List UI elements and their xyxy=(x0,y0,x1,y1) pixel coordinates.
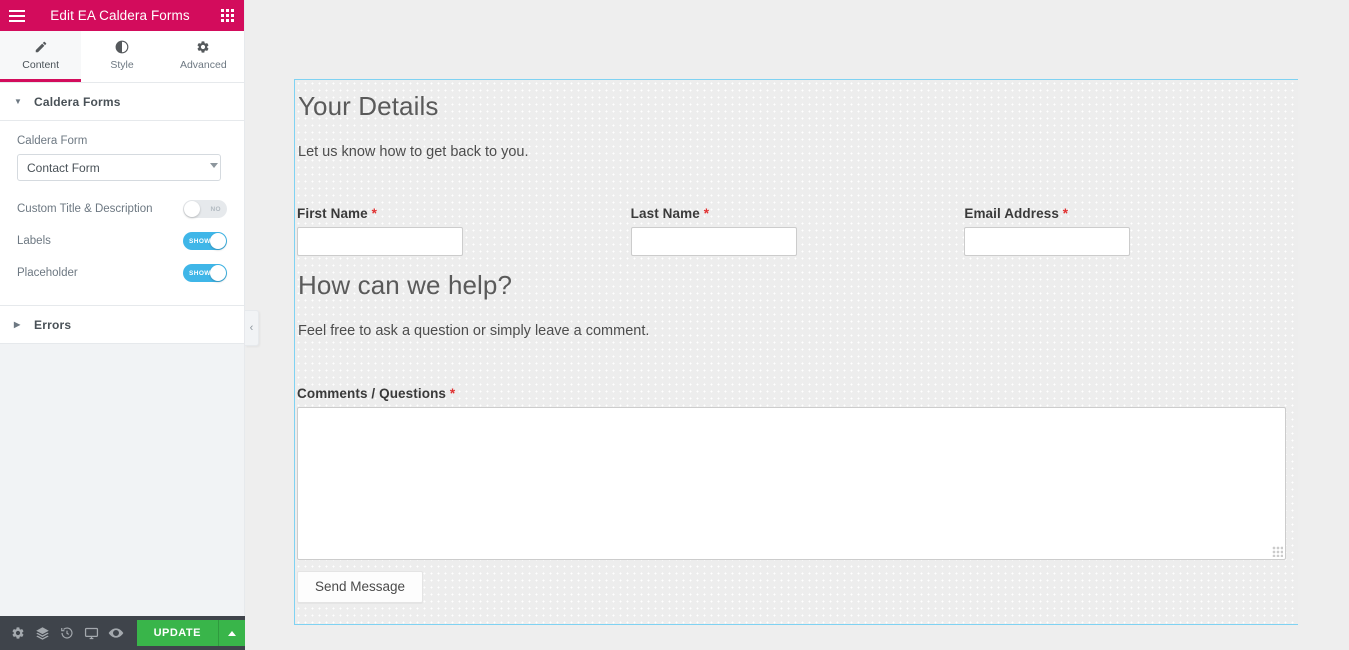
last-name-input[interactable] xyxy=(630,226,797,256)
field-label-email-address: Email Address * xyxy=(964,205,1069,221)
custom-title-description-toggle-text: NO xyxy=(210,205,221,213)
form-section-title-1: Your Details xyxy=(298,91,439,121)
comments-questions-textarea[interactable] xyxy=(297,406,1286,560)
field-email-address: Email Address * xyxy=(964,206,1298,256)
caldera-form-select-wrap: Contact Form xyxy=(17,154,227,181)
section-header-caldera-forms[interactable]: ▼ Caldera Forms xyxy=(0,83,244,121)
tab-style-label: Style xyxy=(110,59,134,71)
required-asterisk: * xyxy=(703,205,710,221)
caldera-form-select[interactable]: Contact Form xyxy=(17,154,221,181)
first-name-input[interactable] xyxy=(297,226,463,256)
panel-header: Edit EA Caldera Forms xyxy=(0,0,244,31)
toggle-knob xyxy=(184,201,200,217)
field-label-first-name: First Name * xyxy=(297,205,377,221)
placeholder-toggle[interactable]: SHOW xyxy=(183,264,227,282)
caldera-forms-widget[interactable]: Your Details Let us know how to get back… xyxy=(294,79,1298,625)
field-first-name: First Name * xyxy=(297,206,631,256)
field-label-comments-questions: Comments / Questions * xyxy=(297,385,456,401)
form-section-description-1: Let us know how to get back to you. xyxy=(298,143,529,160)
field-row-names: First Name * Last Name * Email Address * xyxy=(295,206,1298,256)
preview-eye-icon[interactable] xyxy=(104,616,129,650)
labels-toggle[interactable]: SHOW xyxy=(183,232,227,250)
control-placeholder: Placeholder SHOW xyxy=(17,257,227,289)
tab-advanced[interactable]: Advanced xyxy=(162,31,244,82)
panel-footer: UPDATE xyxy=(0,616,245,650)
tab-content[interactable]: Content xyxy=(0,31,82,82)
panel-collapse-handle[interactable]: ‹ xyxy=(245,310,259,346)
hamburger-icon[interactable] xyxy=(0,0,34,31)
caldera-form: Your Details Let us know how to get back… xyxy=(295,90,1298,603)
update-button-group: UPDATE xyxy=(136,620,245,646)
navigator-layers-icon[interactable] xyxy=(31,616,56,650)
comments-textarea-wrap xyxy=(297,406,1286,560)
history-revisions-icon[interactable] xyxy=(55,616,80,650)
update-button[interactable]: UPDATE xyxy=(136,620,219,646)
field-comments-questions: Comments / Questions * xyxy=(295,386,1298,560)
gear-icon xyxy=(196,39,210,54)
contrast-icon xyxy=(115,39,129,54)
placeholder-label: Placeholder xyxy=(17,267,78,279)
pencil-icon xyxy=(34,39,48,54)
custom-title-description-label: Custom Title & Description xyxy=(17,203,153,215)
triangle-right-icon: ▶ xyxy=(14,319,21,329)
caldera-form-label: Caldera Form xyxy=(17,135,88,147)
caldera-form-selected-value: Contact Form xyxy=(27,160,100,175)
triangle-down-icon: ▼ xyxy=(14,96,22,106)
labels-label: Labels xyxy=(17,235,51,247)
tab-style[interactable]: Style xyxy=(81,31,163,82)
update-options-caret-up-icon[interactable] xyxy=(219,620,245,646)
required-asterisk: * xyxy=(1062,205,1069,221)
panel-tabs: Content Style Advanced xyxy=(0,31,244,83)
section-header-errors[interactable]: ▶ Errors xyxy=(0,306,244,344)
field-label-last-name: Last Name * xyxy=(630,205,710,221)
editor-panel: Edit EA Caldera Forms Content Style Adva… xyxy=(0,0,245,650)
widgets-grid-icon[interactable] xyxy=(210,0,244,31)
responsive-mode-icon[interactable] xyxy=(80,616,105,650)
panel-title: Edit EA Caldera Forms xyxy=(50,8,190,23)
send-message-button[interactable]: Send Message xyxy=(297,570,424,603)
chevron-left-icon: ‹ xyxy=(249,322,254,334)
form-section-description-2: Feel free to ask a question or simply le… xyxy=(298,323,650,340)
required-asterisk: * xyxy=(371,205,377,221)
email-address-input[interactable] xyxy=(964,226,1131,256)
section-body-caldera-forms: Caldera Form Contact Form Custom Title &… xyxy=(0,121,244,306)
toggle-knob xyxy=(210,233,226,249)
settings-gear-icon[interactable] xyxy=(6,616,31,650)
form-actions: Send Message xyxy=(295,570,1298,603)
tab-advanced-label: Advanced xyxy=(179,59,227,71)
elementor-editor: Edit EA Caldera Forms Content Style Adva… xyxy=(0,0,1349,650)
field-last-name: Last Name * xyxy=(630,205,965,256)
form-section-title-2: How can we help? xyxy=(298,269,513,300)
custom-title-description-toggle[interactable]: NO xyxy=(183,200,227,218)
required-asterisk: * xyxy=(449,385,456,401)
preview-canvas: Your Details Let us know how to get back… xyxy=(245,0,1349,650)
control-labels: Labels SHOW xyxy=(17,225,227,257)
toggle-knob xyxy=(210,265,226,281)
section-title-errors: Errors xyxy=(34,317,72,332)
section-title-caldera-forms: Caldera Forms xyxy=(34,94,121,109)
control-custom-title-description: Custom Title & Description NO xyxy=(17,193,227,225)
tab-content-label: Content xyxy=(22,59,60,71)
